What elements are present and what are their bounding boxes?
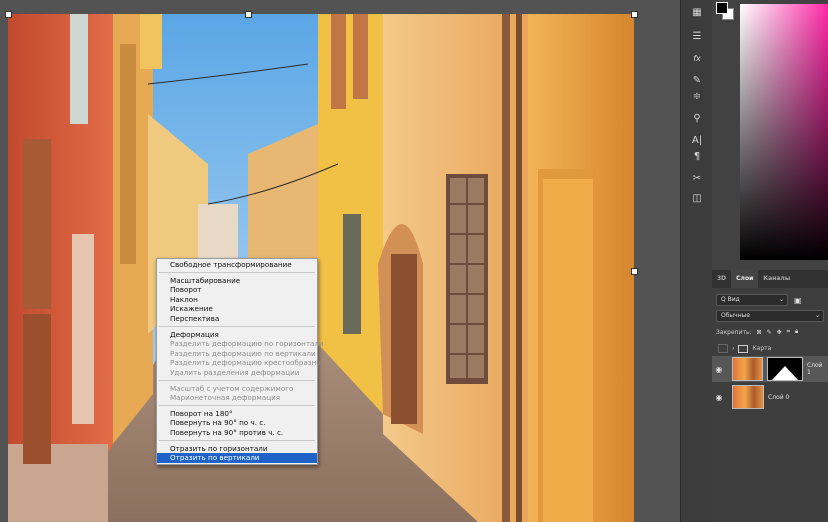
menu-item[interactable]: Искажение — [157, 304, 317, 314]
tab-3d[interactable]: 3D — [712, 270, 731, 288]
layers-panel: 3D Слои Каналы Q Вид ⌄ ▣ Обычные ⌄ Закре… — [712, 270, 828, 522]
menu-item[interactable]: Поворот — [157, 285, 317, 295]
type-icon[interactable]: A| — [687, 132, 707, 148]
canvas-area[interactable]: Свободное трансформирование Масштабирован… — [0, 0, 680, 522]
transform-handle-tr[interactable] — [631, 11, 638, 18]
fx-icon[interactable]: fx — [687, 50, 707, 66]
brush-icon[interactable]: ✎ — [687, 72, 707, 88]
layer-name: Слой 0 — [768, 393, 790, 401]
folder-icon — [738, 344, 749, 353]
layer-group-row[interactable]: › Карта — [712, 336, 828, 353]
menu-item: Разделить деформацию по вертикали — [170, 348, 316, 358]
layer-row[interactable]: ◉ Слой 0 — [712, 384, 828, 410]
menu-separator — [159, 405, 315, 407]
layer-thumbnail — [732, 385, 764, 409]
adjust-icon[interactable]: ≑ — [687, 88, 707, 104]
visibility-off-icon[interactable] — [718, 344, 728, 353]
transform-icon[interactable]: ✂ — [687, 170, 707, 186]
lock-label: Закрепить: — [716, 328, 752, 336]
stamp-icon[interactable]: ⚲ — [687, 110, 707, 126]
layer-thumbnail — [731, 357, 764, 381]
chevron-down-icon: ⌄ — [814, 312, 820, 319]
menu-item: Марионеточная деформация — [170, 393, 281, 403]
menu-item[interactable]: Масштабирование — [157, 276, 317, 286]
transform-handle-tm[interactable] — [245, 11, 252, 18]
lock-paint-icon[interactable]: ✎ — [767, 329, 772, 336]
panel-icon-strip: ▦ ☰ fx ✎ ≑ ⚲ A| ¶ ✂ ◫ — [680, 0, 713, 522]
layer-row[interactable]: ◉ Слой 1 — [712, 356, 828, 382]
menu-item[interactable]: Повернуть на 90° против ч. с. — [157, 428, 317, 438]
eye-icon[interactable]: ◉ — [712, 365, 726, 374]
lock-move-icon[interactable]: ✥ — [777, 329, 782, 336]
lock-all-icon[interactable]: 🔒︎ — [795, 328, 798, 336]
menu-item[interactable]: Наклон — [157, 295, 317, 305]
menu-separator — [159, 380, 315, 382]
menu-item[interactable]: Поворот на 180° — [157, 409, 317, 419]
paragraph-icon[interactable]: ¶ — [687, 148, 707, 164]
menu-separator — [159, 440, 315, 441]
menu-item: Удалить разделения деформации — [170, 367, 300, 377]
histogram-icon[interactable]: ▦ — [687, 4, 707, 20]
blend-mode-value: Обычные — [721, 312, 751, 319]
layer-filter-select[interactable]: Q Вид ⌄ — [716, 294, 788, 306]
menu-item[interactable]: Перспектива — [157, 314, 317, 324]
eye-icon[interactable]: ◉ — [712, 393, 726, 402]
street-photo[interactable] — [8, 14, 634, 522]
layers-panel-tabs: 3D Слои Каналы — [712, 270, 828, 288]
frame-icon[interactable]: ◫ — [687, 190, 707, 206]
menu-item[interactable]: Деформация — [157, 330, 317, 340]
menu-item[interactable]: Свободное трансформирование — [157, 260, 317, 270]
menu-item: Разделить деформацию по горизонтали — [170, 339, 324, 349]
transform-context-menu: Свободное трансформирование Масштабирован… — [156, 258, 324, 465]
menu-separator — [159, 272, 315, 274]
menu-item[interactable]: Повернуть на 90° по ч. с. — [157, 418, 317, 428]
layer-filter-label: Q Вид — [721, 296, 740, 303]
blend-mode-select[interactable]: Обычные ⌄ — [716, 310, 824, 322]
menu-item: Масштаб с учетом содержимого — [170, 383, 294, 393]
color-panel — [712, 0, 828, 270]
chevron-right-icon[interactable]: › — [732, 345, 734, 352]
lock-artboard-icon[interactable]: ⌗ — [787, 328, 790, 336]
chevron-down-icon: ⌄ — [778, 296, 784, 303]
menu-item[interactable]: Отразить по вертикали — [157, 453, 317, 463]
group-name: Карта — [752, 345, 772, 352]
tab-channels[interactable]: Каналы — [758, 270, 795, 288]
menu-separator — [159, 326, 315, 328]
tab-layers[interactable]: Слои — [731, 270, 759, 288]
lock-transparent-icon[interactable]: ⊠ — [757, 329, 762, 336]
color-picker-field[interactable] — [740, 4, 828, 260]
street-photo-art — [8, 14, 634, 522]
menu-item: Разделить деформацию крестообразно — [170, 358, 321, 368]
transform-handle-mr[interactable] — [631, 268, 638, 275]
properties-icon[interactable]: ☰ — [687, 28, 707, 44]
menu-item[interactable]: Отразить по горизонтали — [157, 444, 317, 454]
foreground-swatch[interactable] — [716, 2, 728, 14]
layer-mask-thumbnail[interactable] — [767, 357, 803, 381]
transform-handle-tl[interactable] — [5, 11, 12, 18]
layer-name: Слой 1 — [806, 362, 823, 376]
filter-pixel-icon[interactable]: ▣ — [794, 296, 802, 305]
